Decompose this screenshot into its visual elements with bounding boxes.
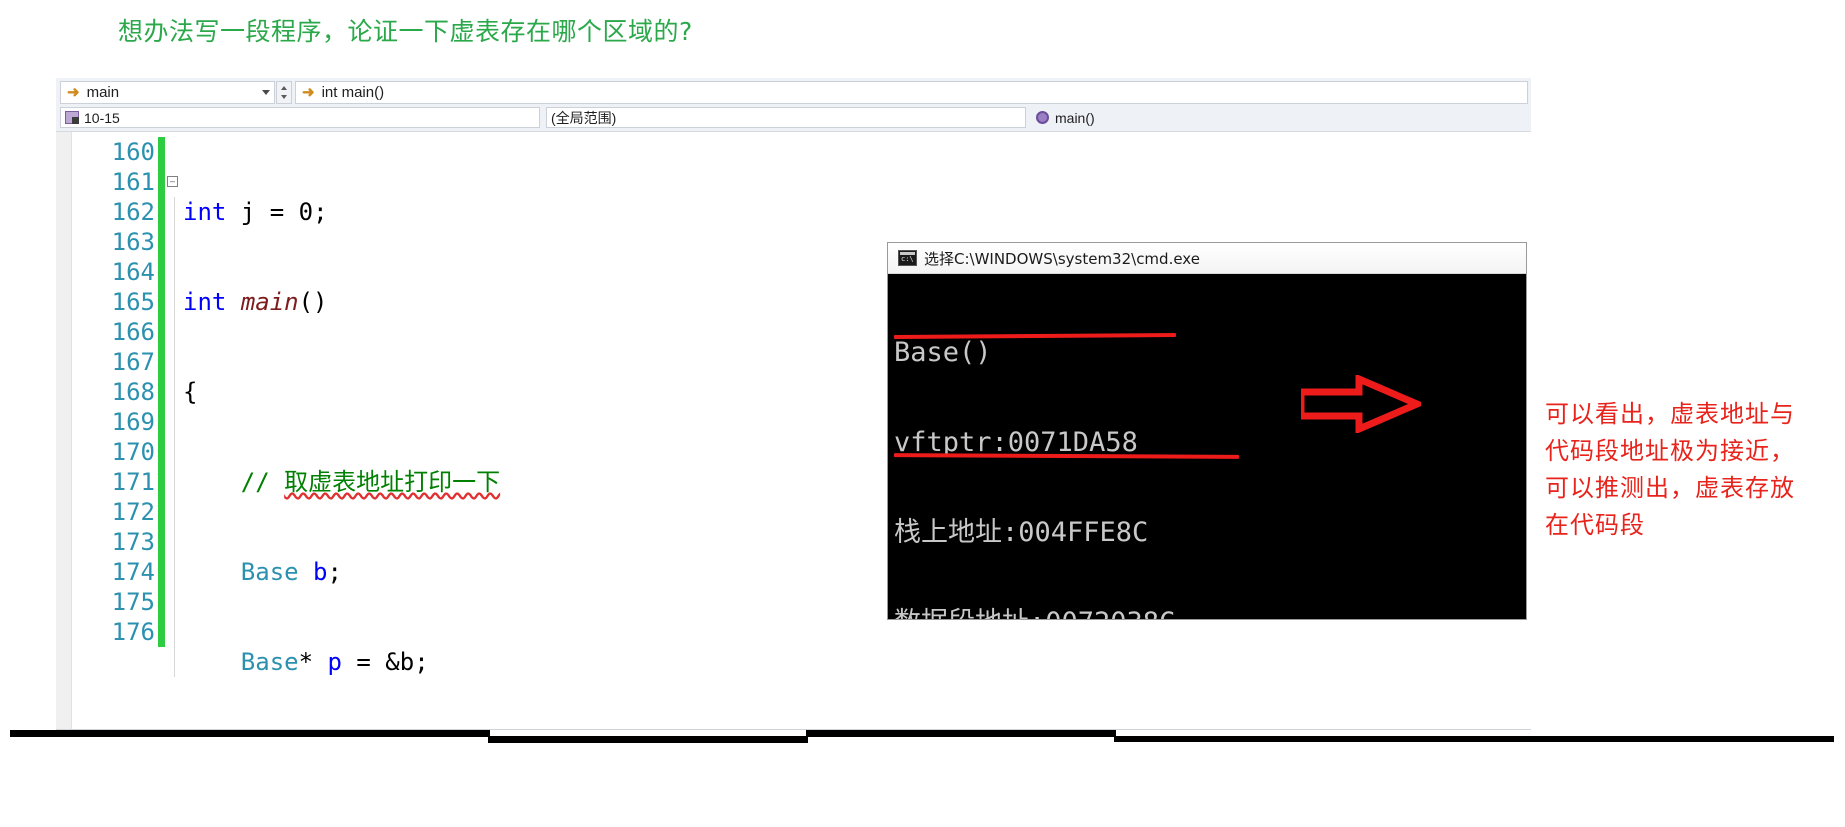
editor-indicator-margin [56, 132, 72, 729]
line-number: 174 [111, 558, 155, 586]
line-number: 163 [111, 228, 155, 256]
project-combo-value: 10-15 [84, 109, 120, 126]
bottom-bar-mid [488, 736, 808, 743]
line-number: 164 [111, 258, 155, 286]
line-number: 167 [111, 348, 155, 376]
console-line: Base() [894, 337, 992, 368]
bottom-bar-far [1114, 736, 1834, 742]
line-number-gutter: 160 161 162 163 164 165 166 167 168 169 … [72, 132, 158, 729]
code-folding-margin[interactable]: – [165, 132, 183, 729]
cmd-icon [898, 250, 917, 266]
red-right-arrow-icon [1301, 375, 1421, 433]
console-line: 栈上地址:004FFE8C [894, 517, 1149, 548]
line-number: 170 [111, 438, 155, 466]
code-line: Base* p = &b; [240, 648, 429, 676]
line-number: 175 [111, 588, 155, 616]
project-icon [65, 111, 79, 124]
line-number: 171 [111, 468, 155, 496]
namespace-combo[interactable]: (全局范围) [546, 107, 1026, 128]
chevron-down-icon [281, 94, 287, 99]
line-number: 172 [111, 498, 155, 526]
code-line: int j = 0; [183, 198, 328, 226]
console-window[interactable]: 选择C:\WINDOWS\system32\cmd.exe Base() vft… [887, 242, 1527, 620]
line-number: 168 [111, 378, 155, 406]
annotation-text: 可以看出，虚表地址与代码段地址极为接近，可以推测出，虚表存放在代码段 [1545, 400, 1795, 539]
line-number: 160 [111, 138, 155, 166]
console-title-bar[interactable]: 选择C:\WINDOWS\system32\cmd.exe [888, 243, 1526, 274]
scope-combo-value: main [86, 84, 120, 101]
function-combo-value: main() [1055, 109, 1095, 126]
project-combo[interactable]: 10-15 [60, 107, 540, 128]
line-number: 162 [111, 198, 155, 226]
console-title-text: 选择C:\WINDOWS\system32\cmd.exe [924, 249, 1200, 268]
bottom-bar-left [10, 730, 490, 737]
arrow-right-icon: ➜ [302, 84, 315, 101]
slide-root: 想办法写一段程序，论证一下虚表存在哪个区域的? ➜ main ➜ int mai… [0, 0, 1845, 827]
arrow-right-icon: ➜ [67, 84, 80, 101]
member-combo-value: int main() [321, 84, 385, 101]
namespace-combo-value: (全局范围) [551, 109, 617, 126]
line-number: 176 [111, 618, 155, 646]
chevron-up-icon [281, 86, 287, 91]
console-output[interactable]: Base() vftptr:0071DA58 栈上地址:004FFE8C 数据段… [888, 274, 1526, 619]
line-number: 165 [111, 288, 155, 316]
line-number: 166 [111, 318, 155, 346]
method-icon [1036, 111, 1049, 124]
ide-navigation-bar-bottom: 10-15 (全局范围) main() [56, 107, 1531, 132]
collapse-region-icon[interactable]: – [167, 176, 178, 187]
bottom-bar-right [806, 730, 1116, 737]
console-line: 数据段地址:0072038C [894, 608, 1526, 620]
function-combo[interactable]: main() [1032, 107, 1527, 128]
scope-combo[interactable]: ➜ main [60, 81, 275, 104]
chevron-down-icon [262, 90, 270, 95]
page-title: 想办法写一段程序，论证一下虚表存在哪个区域的? [118, 17, 693, 46]
line-number: 161 [111, 168, 155, 196]
editor-change-bar [158, 132, 165, 729]
ide-navigation-bar-top: ➜ main ➜ int main() [56, 78, 1531, 107]
line-number: 173 [111, 528, 155, 556]
member-combo[interactable]: ➜ int main() [295, 81, 1528, 104]
annotation-underline-code-segment [893, 453, 1240, 459]
line-number: 169 [111, 408, 155, 436]
navigate-spinner[interactable] [276, 81, 292, 104]
